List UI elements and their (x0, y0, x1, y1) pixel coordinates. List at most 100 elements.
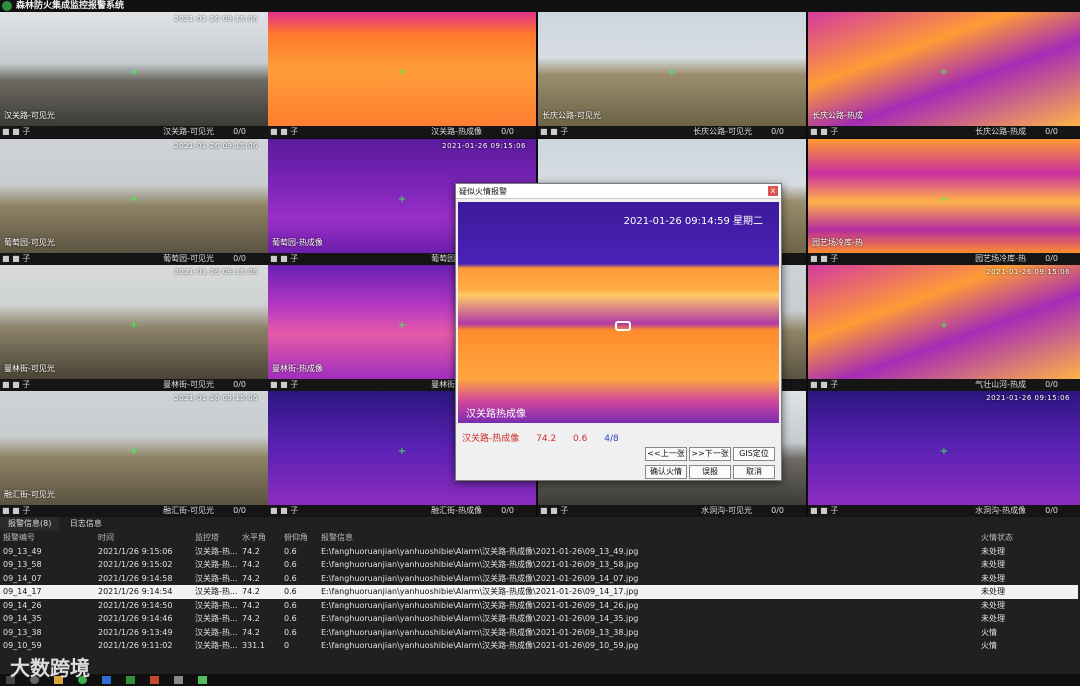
alarm-tilt-value: 0.6 (573, 434, 588, 444)
next-frame-button[interactable]: >>下一张 (689, 447, 731, 461)
table-cell: 汉关路-热... (195, 560, 238, 570)
column-header[interactable]: 报警信息 (318, 531, 978, 545)
prev-frame-button[interactable]: <<上一张 (645, 447, 687, 461)
table-row[interactable]: 09_14_17 2021/1/26 9:14:54 汉关路-热... 74.2 0.6… (0, 585, 1078, 599)
table-cell: 09_13_38 (3, 627, 42, 637)
tab-alarm-info[interactable]: 报警信息(8) (0, 517, 60, 531)
camera-name: 汉关路-热成像 (431, 127, 482, 136)
camera-controls[interactable]: ■ ■ 子 (270, 505, 298, 517)
camera-controls[interactable]: ■ ■ 子 (270, 379, 298, 391)
false-alarm-button[interactable]: 误报 (689, 465, 731, 479)
column-header[interactable]: 水平角 (239, 531, 281, 545)
close-icon[interactable]: x (768, 186, 778, 196)
camera-caption: ■ ■ 子 融汇街-可见光 0/0 (0, 505, 268, 517)
camera-controls[interactable]: ■ ■ 子 (810, 379, 838, 391)
fire-alarm-dialog: 疑似火情报警 x 2021-01-26 09:14:59 星期二 汉关路热成像 … (455, 183, 782, 481)
camera-view[interactable]: 2021-01-26 09:15:06 + 葡萄园-可见光 ■ ■ 子 葡萄园-可见光 0… (0, 139, 268, 265)
table-cell: E:\fanghuoruanjian\yanhuoshibie\Alarm\汉关… (321, 560, 639, 570)
crosshair-icon: + (397, 194, 407, 205)
frame-camera-label: 汉关路热成像 (466, 409, 526, 420)
table-cell: 2021/1/26 9:14:46 (98, 614, 173, 624)
camera-view[interactable]: 2021-01-26 09:15:06 + ■ ■ 子 水洞沟-热成像 0/0 (808, 391, 1080, 517)
table-cell: 74.2 (242, 614, 260, 624)
camera-osd-label: 汉关路-可见光 (4, 111, 55, 120)
table-row[interactable]: 09_10_59 2021/1/26 9:11:02 汉关路-热... 331.1 0 E… (0, 639, 1078, 653)
camera-controls[interactable]: ■ ■ 子 (2, 379, 30, 391)
camera-count: 0/0 (771, 127, 784, 136)
camera-caption: ■ ■ 子 长庆公路-可见光 0/0 (538, 126, 806, 138)
table-cell: 09_14_35 (3, 614, 42, 624)
camera-view[interactable]: 2021-01-26 09:15:06 + 汉关路-可见光 ■ ■ 子 汉关路-可见光 0… (0, 12, 268, 138)
table-row[interactable]: 09_13_58 2021/1/26 9:15:02 汉关路-热... 74.2 0.6… (0, 558, 1078, 572)
camera-osd-label: 曼林街-热成像 (272, 364, 323, 373)
alarm-camera-name: 汉关路-热成像 (462, 434, 520, 444)
column-header[interactable]: 监控塔 (192, 531, 239, 545)
camera-controls[interactable]: ■ ■ 子 (270, 253, 298, 265)
table-row[interactable]: 09_14_07 2021/1/26 9:14:58 汉关路-热... 74.2 0.6… (0, 572, 1078, 586)
camera-controls[interactable]: ■ ■ 子 (2, 253, 30, 265)
table-cell: 0.6 (284, 600, 297, 610)
camera-count: 0/0 (771, 506, 784, 515)
gis-locate-button[interactable]: GIS定位 (733, 447, 775, 461)
camera-caption: ■ ■ 子 汉关路-可见光 0/0 (0, 126, 268, 138)
camera-view[interactable]: + 长庆公路-热成 ■ ■ 子 长庆公路-热成 0/0 (808, 12, 1080, 138)
tab-log-info[interactable]: 日志信息 (62, 517, 110, 531)
camera-name: 融汇街-热成像 (431, 506, 482, 515)
camera-name: 气壮山河-热成 (975, 380, 1026, 389)
cancel-button[interactable]: 取消 (733, 465, 775, 479)
misc-icon[interactable] (174, 676, 183, 684)
chat-icon[interactable] (198, 676, 207, 684)
table-cell: 汉关路-热... (195, 641, 238, 651)
column-header[interactable]: 报警编号 (0, 531, 95, 545)
table-cell: 未处理 (981, 614, 1005, 624)
camera-caption: ■ ■ 子 融汇街-热成像 0/0 (268, 505, 536, 517)
camera-view[interactable]: + 园艺场冷库-热 ■ ■ 子 园艺场冷库-热 0/0 (808, 139, 1080, 265)
table-cell: E:\fanghuoruanjian\yanhuoshibie\Alarm\汉关… (321, 627, 639, 637)
column-header[interactable]: 俯仰角 (281, 531, 318, 545)
table-cell: 74.2 (242, 573, 260, 583)
camera-view[interactable]: + 长庆公路-可见光 ■ ■ 子 长庆公路-可见光 0/0 (538, 12, 806, 138)
camera-controls[interactable]: ■ ■ 子 (2, 126, 30, 138)
table-cell: 未处理 (981, 546, 1005, 556)
camera-view[interactable]: 2021-01-26 09:15:06 + 曼林街-可见光 ■ ■ 子 曼林街-可见光 0… (0, 265, 268, 391)
table-cell: 09_14_17 (0, 585, 95, 599)
table-cell: 09_14_07 (3, 573, 42, 583)
title-bar: 森林防火集成监控报警系统 (0, 0, 1080, 12)
table-cell: 74.2 (239, 585, 281, 599)
camera-view[interactable]: 2021-01-26 09:15:06 + 融汇街-可见光 ■ ■ 子 融汇街-可见光 0… (0, 391, 268, 517)
camera-count: 0/0 (1045, 254, 1058, 263)
camera-controls[interactable]: ■ ■ 子 (810, 253, 838, 265)
crosshair-icon: + (129, 320, 139, 331)
table-row[interactable]: 09_14_26 2021/1/26 9:14:50 汉关路-热... 74.2 0.6… (0, 599, 1078, 613)
camera-view[interactable]: + ■ ■ 子 汉关路-热成像 0/0 (268, 12, 536, 138)
crosshair-icon: + (129, 446, 139, 457)
taskbar (0, 674, 1080, 686)
dialog-title: 疑似火情报警 (456, 184, 781, 199)
camera-controls[interactable]: ■ ■ 子 (2, 505, 30, 517)
camera-osd-label: 长庆公路-热成 (812, 111, 863, 120)
column-header[interactable]: 时间 (95, 531, 192, 545)
camera-caption: ■ ■ 子 水洞沟-可见光 0/0 (538, 505, 806, 517)
camera-controls[interactable]: ■ ■ 子 (540, 126, 568, 138)
camera-controls[interactable]: ■ ■ 子 (810, 505, 838, 517)
camera-count: 0/0 (233, 127, 246, 136)
camera-caption: ■ ■ 子 园艺场冷库-热 0/0 (808, 253, 1080, 265)
camera-timestamp: 2021-01-26 09:15:06 (442, 142, 526, 150)
camera-caption: ■ ■ 子 曼林街-可见光 0/0 (0, 379, 268, 391)
camera-controls[interactable]: ■ ■ 子 (810, 126, 838, 138)
camera-view[interactable]: 2021-01-26 09:15:06 + ■ ■ 子 气壮山河-热成 0/0 (808, 265, 1080, 391)
monitor-app-icon[interactable] (126, 676, 135, 684)
confirm-fire-button[interactable]: 确认火情 (645, 465, 687, 479)
table-row[interactable]: 09_14_35 2021/1/26 9:14:46 汉关路-热... 74.2 0.6… (0, 612, 1078, 626)
camera-timestamp: 2021-01-26 09:15:06 (174, 394, 258, 402)
column-header[interactable]: 火情状态 (978, 531, 1078, 545)
camera-name: 融汇街-可见光 (163, 506, 214, 515)
table-row[interactable]: 09_13_38 2021/1/26 9:13:49 汉关路-热... 74.2 0.6… (0, 626, 1078, 640)
tool-icon[interactable] (150, 676, 159, 684)
camera-controls[interactable]: ■ ■ 子 (270, 126, 298, 138)
app-icon[interactable] (102, 676, 111, 684)
fire-target-icon (615, 321, 631, 331)
camera-controls[interactable]: ■ ■ 子 (540, 505, 568, 517)
table-row[interactable]: 09_13_49 2021/1/26 9:15:06 汉关路-热... 74.2 0.6… (0, 545, 1078, 559)
table-cell: 74.2 (242, 560, 260, 570)
